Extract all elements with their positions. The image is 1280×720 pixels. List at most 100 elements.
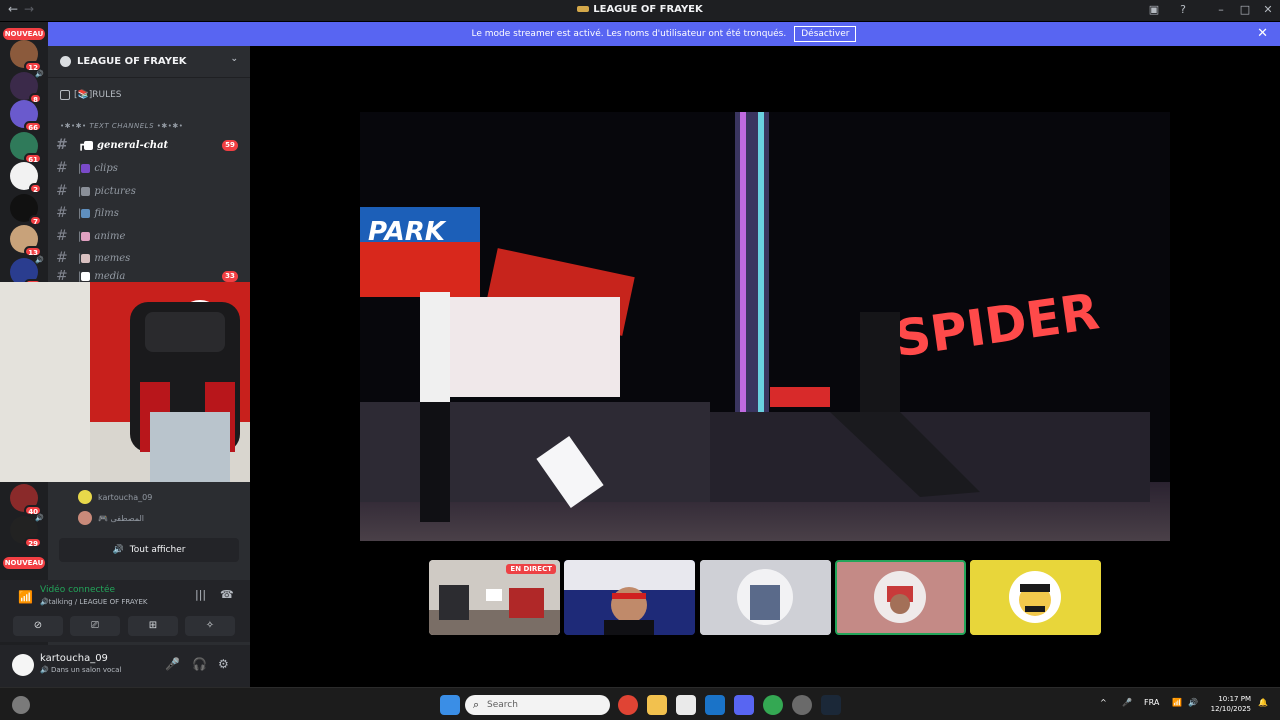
speaker-icon: 🔊 xyxy=(35,256,44,264)
new-badge: NOUVEAU xyxy=(3,28,45,40)
inbox-icon[interactable]: ▣ xyxy=(1148,4,1160,16)
file-explorer-icon[interactable] xyxy=(647,695,667,715)
unread-badge: 59 xyxy=(222,139,238,151)
disable-streamer-button[interactable]: Désactiver xyxy=(794,26,857,42)
user-status: 🔊 Dans un salon vocal xyxy=(40,666,122,674)
tile-avatar xyxy=(700,560,831,635)
chrome-profile-icon[interactable] xyxy=(763,695,783,715)
channel-pictures[interactable]: # | pictures xyxy=(56,181,242,201)
channel-memes[interactable]: # | memes xyxy=(56,248,242,268)
server-icon[interactable]: 7 xyxy=(10,194,42,226)
microphone-tray-icon[interactable]: 🎤 xyxy=(1122,698,1132,707)
user-panel: kartoucha_09 🔊 Dans un salon vocal 🎤 🎧 ⚙ xyxy=(0,645,250,687)
steam-icon[interactable] xyxy=(821,695,841,715)
participant-tile-camera[interactable] xyxy=(564,560,695,635)
hash-icon: # xyxy=(56,250,68,266)
new-badge: NOUVEAU xyxy=(3,557,45,569)
discord-icon[interactable] xyxy=(734,695,754,715)
tile-avatar xyxy=(837,562,964,633)
channel-emoji-icon xyxy=(81,163,91,173)
channel-emoji-icon xyxy=(81,231,91,241)
voice-user[interactable]: kartoucha_09 xyxy=(78,489,152,505)
screen-share-button[interactable]: ⎚ xyxy=(70,616,120,636)
hash-icon: # xyxy=(56,160,68,176)
outlook-icon[interactable] xyxy=(705,695,725,715)
windows-taskbar: ⌕ Search ^ 🎤 FRA 📶 🔊 10:17 PM 12/10/2025… xyxy=(0,687,1280,720)
store-icon[interactable] xyxy=(676,695,696,715)
title-bar: ← → LEAGUE OF FRAYEK ▣ ? – □ ✕ xyxy=(0,0,1280,21)
language-indicator[interactable]: FRA xyxy=(1144,698,1159,707)
channel-media[interactable]: # | media 33 xyxy=(56,270,242,282)
close-window-icon[interactable]: ✕ xyxy=(1262,4,1274,16)
server-icon[interactable]: 66 xyxy=(10,100,42,132)
voice-user[interactable]: 🎮 المصطفى xyxy=(78,510,144,526)
channel-films[interactable]: # | films xyxy=(56,203,242,223)
username[interactable]: kartoucha_09 xyxy=(40,653,108,664)
disconnect-icon[interactable]: ☎ xyxy=(220,588,234,601)
help-icon[interactable]: ? xyxy=(1177,4,1189,16)
avatar xyxy=(78,511,92,525)
channel-anime[interactable]: # | anime xyxy=(56,226,242,246)
chrome-icon[interactable] xyxy=(618,695,638,715)
hash-icon: # xyxy=(56,183,68,199)
chevron-up-icon[interactable]: ^ xyxy=(1100,698,1107,707)
volume-icon[interactable]: 🔊 xyxy=(1188,698,1198,707)
signal-icon[interactable]: 📶 xyxy=(18,590,33,604)
participant-tile-avatar[interactable] xyxy=(700,560,831,635)
noise-suppression-icon[interactable]: ||| xyxy=(195,588,206,601)
notification-icon[interactable]: 🔔 xyxy=(1258,698,1268,707)
guild-logo-icon xyxy=(577,6,590,12)
settings-gear-icon[interactable]: ⚙ xyxy=(218,657,229,671)
tile-video xyxy=(564,560,695,635)
search-icon: ⌕ xyxy=(473,698,480,711)
connection-status[interactable]: Vidéo connectée xyxy=(40,585,115,595)
stream-frame: PARK SPIDER xyxy=(360,112,1170,541)
rules-channel-icon xyxy=(60,90,70,100)
channel-general-chat[interactable]: # ┏ general-chat 59 xyxy=(56,135,242,155)
show-all-button[interactable]: 🔊 Tout afficher xyxy=(59,538,239,562)
category-text-channels[interactable]: •✱•✱• TEXT CHANNELS •✱•✱• xyxy=(60,122,183,130)
app-icon[interactable] xyxy=(792,695,812,715)
channel-clips[interactable]: # | clips xyxy=(56,158,242,178)
headphones-icon[interactable]: 🎧 xyxy=(192,657,207,671)
banner-message: Le mode streamer est activé. Les noms d'… xyxy=(471,29,787,39)
windows-start-icon[interactable] xyxy=(440,695,460,715)
hash-icon: # xyxy=(56,205,68,221)
guild-header[interactable]: LEAGUE OF FRAYEK ⌄ xyxy=(48,46,250,78)
avatar[interactable] xyxy=(12,654,34,676)
server-icon[interactable]: 13 xyxy=(10,225,42,257)
widgets-icon[interactable] xyxy=(12,696,30,714)
participant-tile-stream[interactable]: EN DIRECT xyxy=(429,560,560,635)
microphone-icon[interactable]: 🎤 xyxy=(165,657,180,671)
speaker-icon: 🔊 xyxy=(35,70,44,78)
soundboard-button[interactable]: ✧ xyxy=(185,616,235,636)
channel-emoji-icon xyxy=(81,186,91,196)
server-icon[interactable]: 12 xyxy=(10,40,42,72)
speaker-icon: 🔊 xyxy=(35,514,44,522)
server-icon[interactable]: 61 xyxy=(10,132,42,164)
chevron-down-icon[interactable]: ⌄ xyxy=(230,54,238,64)
channel-emoji-icon xyxy=(81,253,91,263)
hash-icon: # xyxy=(56,137,68,153)
server-icon[interactable]: 40 xyxy=(10,484,42,516)
participant-tile-avatar[interactable] xyxy=(970,560,1101,635)
channel-rules[interactable]: [📚]RULES xyxy=(60,90,121,100)
server-icon[interactable]: 2 xyxy=(10,162,42,194)
participant-tile-speaking[interactable] xyxy=(835,560,966,635)
activity-button[interactable]: ⊞ xyxy=(128,616,178,636)
clock[interactable]: 10:17 PM 12/10/2025 xyxy=(1205,694,1251,714)
maximize-icon[interactable]: □ xyxy=(1239,4,1251,16)
voice-connection-panel: 📶 Vidéo connectée 🔊talking / LEAGUE OF F… xyxy=(0,580,250,642)
taskbar-search[interactable]: ⌕ Search xyxy=(465,695,610,715)
window-title: LEAGUE OF FRAYEK xyxy=(0,4,1280,15)
close-banner-icon[interactable]: ✕ xyxy=(1257,26,1268,41)
tile-avatar xyxy=(970,560,1101,635)
server-icon[interactable]: 🔊 8 xyxy=(10,70,44,104)
main-video-stream[interactable]: PARK SPIDER xyxy=(360,112,1170,541)
server-icon[interactable]: 🔊 29 xyxy=(10,514,44,548)
wifi-icon[interactable]: 📶 xyxy=(1172,698,1182,707)
camera-off-button[interactable]: ⊘ xyxy=(13,616,63,636)
voice-channel-name[interactable]: 🔊talking / LEAGUE OF FRAYEK xyxy=(40,598,147,606)
minimize-icon[interactable]: – xyxy=(1215,4,1227,16)
speaker-icon: 🔊 xyxy=(112,545,124,555)
